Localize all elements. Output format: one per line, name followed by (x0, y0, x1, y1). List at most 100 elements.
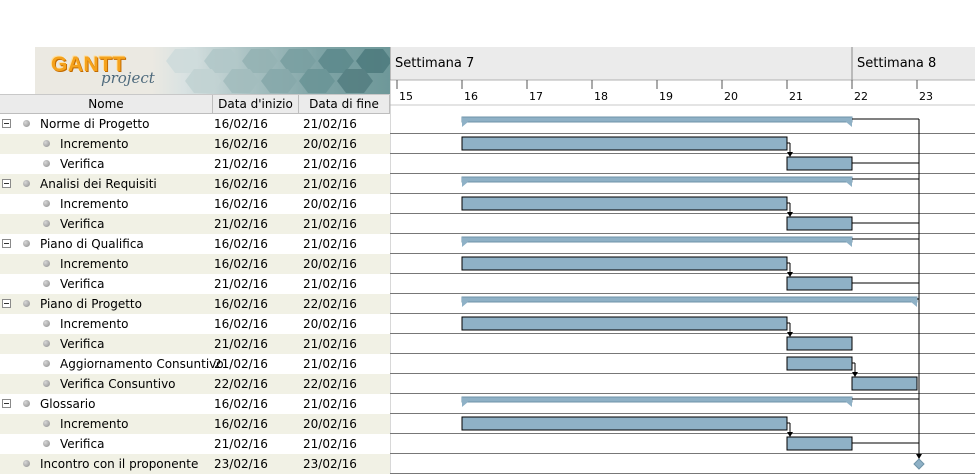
task-bullet-icon (23, 240, 30, 247)
task-name: Verifica (60, 217, 105, 231)
column-header-end-date[interactable]: Data di fine (299, 95, 390, 114)
dependency-arrowhead (916, 454, 922, 459)
column-header-start-date[interactable]: Data d'inizio (213, 95, 299, 114)
task-start-date: 16/02/16 (214, 397, 268, 411)
collapse-toggle-icon[interactable] (2, 299, 11, 308)
task-start-date: 21/02/16 (214, 437, 268, 451)
day-label: 17 (529, 90, 543, 103)
task-row[interactable]: Incremento 16/02/16 20/02/16 (0, 414, 390, 434)
task-row[interactable]: Verifica 21/02/16 21/02/16 (0, 154, 390, 174)
task-row[interactable]: Aggiornamento Consuntivo 21/02/16 21/02/16 (0, 354, 390, 374)
task-name: Verifica (60, 337, 105, 351)
task-row[interactable]: Incremento 16/02/16 20/02/16 (0, 134, 390, 154)
collapse-toggle-icon[interactable] (2, 399, 11, 408)
task-name: Incontro con il proponente (40, 457, 199, 471)
task-row[interactable]: Incontro con il proponente 23/02/16 23/02/… (0, 454, 390, 474)
task-end-date: 21/02/16 (303, 217, 357, 231)
task-bar (786, 156, 853, 171)
task-bar (461, 416, 788, 431)
task-row[interactable]: Incremento 16/02/16 20/02/16 (0, 254, 390, 274)
task-start-date: 16/02/16 (214, 237, 268, 251)
task-bullet-icon (43, 140, 50, 147)
task-bar (461, 256, 788, 271)
task-bar (851, 376, 918, 391)
dependency-arrowhead (852, 372, 858, 377)
task-bullet-icon (23, 120, 30, 127)
summary-bar (461, 236, 853, 243)
task-row[interactable]: Verifica 21/02/16 21/02/16 (0, 214, 390, 234)
task-row[interactable]: Piano di Qualifica 16/02/16 21/02/16 (0, 234, 390, 254)
day-label: 22 (854, 90, 868, 103)
task-bullet-icon (43, 200, 50, 207)
task-start-date: 16/02/16 (214, 257, 268, 271)
task-end-date: 21/02/16 (303, 237, 357, 251)
task-end-date: 20/02/16 (303, 317, 357, 331)
task-end-date: 21/02/16 (303, 437, 357, 451)
task-row[interactable]: Verifica Consuntivo 22/02/16 22/02/16 (0, 374, 390, 394)
task-end-date: 20/02/16 (303, 197, 357, 211)
dependency-arrowhead (787, 212, 793, 217)
task-end-date: 22/02/16 (303, 297, 357, 311)
task-name: Analisi dei Requisiti (40, 177, 157, 191)
task-bullet-icon (43, 320, 50, 327)
dependency-arrowhead (787, 272, 793, 277)
task-bullet-icon (43, 380, 50, 387)
day-label: 21 (789, 90, 803, 103)
task-start-date: 16/02/16 (214, 197, 268, 211)
task-row[interactable]: Glossario 16/02/16 21/02/16 (0, 394, 390, 414)
dependency-arrowhead (787, 432, 793, 437)
task-bar (786, 276, 853, 291)
summary-bar (461, 176, 853, 183)
task-end-date: 22/02/16 (303, 377, 357, 391)
task-start-date: 21/02/16 (214, 277, 268, 291)
task-start-date: 16/02/16 (214, 177, 268, 191)
column-header-name[interactable]: Nome (0, 95, 213, 114)
task-bullet-icon (43, 420, 50, 427)
task-name: Incremento (60, 137, 129, 151)
task-row[interactable]: Piano di Progetto 16/02/16 22/02/16 (0, 294, 390, 314)
day-label: 18 (594, 90, 608, 103)
task-end-date: 21/02/16 (303, 177, 357, 191)
task-row[interactable]: Incremento 16/02/16 20/02/16 (0, 194, 390, 214)
task-name: Verifica (60, 437, 105, 451)
summary-bar (461, 116, 853, 123)
gantt-project-logo: GANTT project (35, 47, 390, 94)
task-bullet-icon (23, 400, 30, 407)
task-start-date: 16/02/16 (214, 317, 268, 331)
task-bar (461, 196, 788, 211)
task-end-date: 21/02/16 (303, 157, 357, 171)
day-label: 19 (659, 90, 673, 103)
task-row[interactable]: Verifica 21/02/16 21/02/16 (0, 434, 390, 454)
logo-sub-text: project (101, 69, 155, 87)
task-end-date: 23/02/16 (303, 457, 357, 471)
task-name: Piano di Progetto (40, 297, 142, 311)
task-end-date: 21/02/16 (303, 277, 357, 291)
task-bullet-icon (43, 280, 50, 287)
task-row[interactable]: Norme di Progetto 16/02/16 21/02/16 (0, 114, 390, 134)
collapse-toggle-icon[interactable] (2, 119, 11, 128)
task-end-date: 21/02/16 (303, 397, 357, 411)
task-name: Piano di Qualifica (40, 237, 144, 251)
collapse-toggle-icon[interactable] (2, 179, 11, 188)
task-bullet-icon (43, 160, 50, 167)
week-label: Settimana 7 (395, 56, 474, 71)
day-label: 23 (919, 90, 933, 103)
task-name: Aggiornamento Consuntivo (60, 357, 224, 371)
week-label: Settimana 8 (857, 56, 936, 71)
task-start-date: 21/02/16 (214, 337, 268, 351)
task-start-date: 21/02/16 (214, 357, 268, 371)
task-row[interactable]: Incremento 16/02/16 20/02/16 (0, 314, 390, 334)
summary-bar (461, 296, 918, 303)
milestone-diamond (913, 458, 925, 470)
task-bar (461, 316, 788, 331)
task-bar (786, 216, 853, 231)
task-row[interactable]: Verifica 21/02/16 21/02/16 (0, 274, 390, 294)
day-label: 15 (399, 90, 413, 103)
task-name: Verifica (60, 277, 105, 291)
task-row[interactable]: Verifica 21/02/16 21/02/16 (0, 334, 390, 354)
task-end-date: 21/02/16 (303, 117, 357, 131)
task-row[interactable]: Analisi dei Requisiti 16/02/16 21/02/16 (0, 174, 390, 194)
collapse-toggle-icon[interactable] (2, 239, 11, 248)
gantt-chart: Settimana 7 Settimana 8 15 16 17 18 19 20 21 22 23 (390, 47, 975, 474)
task-start-date: 23/02/16 (214, 457, 268, 471)
